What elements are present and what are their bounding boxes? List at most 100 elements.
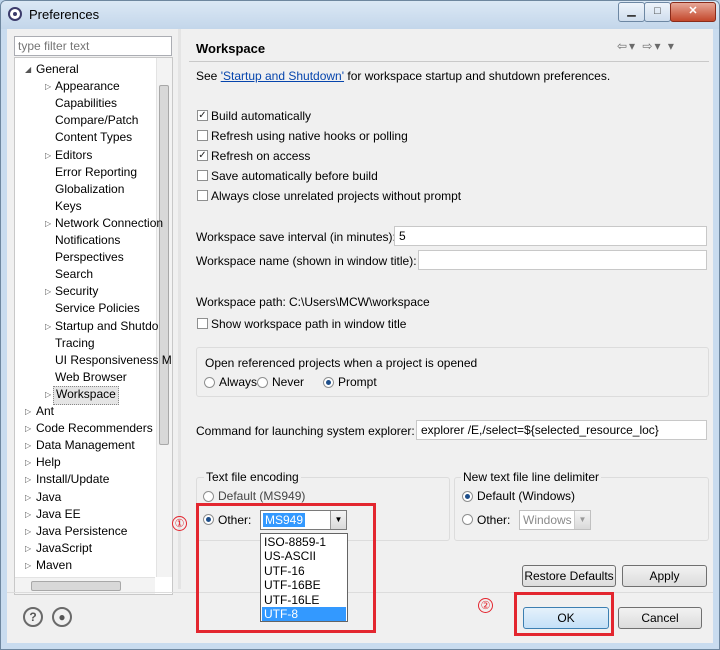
- delimiter-default-radio[interactable]: [462, 491, 473, 502]
- tree-item[interactable]: Tracing: [55, 335, 95, 352]
- filter-input[interactable]: [14, 36, 172, 56]
- delimiter-combo[interactable]: Windows ▼: [519, 510, 591, 530]
- line-delimiter-label: New text file line delimiter: [461, 470, 602, 484]
- tree-item[interactable]: UI Responsiveness M: [55, 352, 172, 369]
- collapse-arrow-icon[interactable]: ▷: [45, 390, 51, 399]
- tree-item[interactable]: Code Recommenders: [36, 420, 153, 437]
- help-icon[interactable]: ?: [23, 607, 43, 627]
- tree-item[interactable]: JavaScript: [36, 540, 92, 557]
- collapse-arrow-icon[interactable]: ▷: [25, 510, 31, 519]
- tree-item[interactable]: Capabilities: [55, 95, 117, 112]
- collapse-arrow-icon[interactable]: ▷: [25, 493, 31, 502]
- page-title: Workspace: [196, 41, 266, 56]
- tree-item[interactable]: Keys: [55, 198, 82, 215]
- tree-item[interactable]: Search: [55, 266, 93, 283]
- save-interval-label: Workspace save interval (in minutes):: [196, 230, 396, 244]
- option-checkbox[interactable]: [197, 130, 208, 141]
- open-ref-radio-always[interactable]: [204, 377, 215, 388]
- collapse-arrow-icon[interactable]: ▷: [45, 287, 51, 296]
- back-arrow-icon[interactable]: ⇦▾: [617, 39, 637, 53]
- tree-item[interactable]: Security: [55, 283, 98, 300]
- collapse-arrow-icon[interactable]: ▷: [45, 219, 51, 228]
- cancel-button[interactable]: Cancel: [618, 607, 702, 629]
- tree-item[interactable]: General: [36, 61, 79, 78]
- explorer-command-input[interactable]: explorer /E,/select=${selected_resource_…: [416, 420, 707, 440]
- collapse-arrow-icon[interactable]: ▷: [25, 527, 31, 536]
- show-path-checkbox[interactable]: [197, 318, 208, 329]
- tree-vscroll-thumb[interactable]: [159, 85, 169, 445]
- collapse-arrow-icon[interactable]: ▷: [45, 151, 51, 160]
- collapse-arrow-icon[interactable]: ▷: [25, 475, 31, 484]
- header-divider: [189, 61, 709, 62]
- tree-item[interactable]: Maven: [36, 557, 72, 574]
- view-menu-icon[interactable]: ▾: [668, 39, 676, 53]
- close-window-button[interactable]: ✕: [670, 2, 716, 22]
- open-ref-radio-never[interactable]: [257, 377, 268, 388]
- open-ref-radio-prompt[interactable]: [323, 377, 334, 388]
- collapse-arrow-icon[interactable]: ▷: [25, 561, 31, 570]
- expand-arrow-icon[interactable]: ◢: [25, 65, 31, 74]
- tree-item[interactable]: Java: [36, 489, 61, 506]
- tree-item[interactable]: Content Types: [55, 129, 132, 146]
- pane-sash[interactable]: [178, 29, 181, 589]
- open-ref-label: Prompt: [338, 375, 377, 389]
- collapse-arrow-icon[interactable]: ▷: [45, 322, 51, 331]
- tree-item[interactable]: Service Policies: [55, 300, 140, 317]
- annotation-marker-2: ②: [478, 598, 493, 613]
- forward-arrow-icon[interactable]: ⇨▾: [642, 39, 662, 53]
- tree-item[interactable]: Globalization: [55, 181, 124, 198]
- option-checkbox-label: Always close unrelated projects without …: [211, 189, 462, 203]
- tree-item[interactable]: Data Management: [36, 437, 135, 454]
- maximize-button[interactable]: □: [644, 2, 671, 22]
- preference-tree[interactable]: ◢ General ▷ Appearance Capabilities Compare/P…: [14, 57, 173, 595]
- tree-item[interactable]: Network Connection: [55, 215, 163, 232]
- open-referenced-group: [196, 347, 709, 397]
- tree-item[interactable]: Error Reporting: [55, 164, 137, 181]
- minimize-button[interactable]: ▁: [618, 2, 645, 22]
- encoding-default-label: Default (MS949): [218, 489, 306, 503]
- workspace-name-input[interactable]: [418, 250, 707, 270]
- tree-hscroll-thumb[interactable]: [31, 581, 121, 591]
- collapse-arrow-icon[interactable]: ▷: [25, 458, 31, 467]
- delimiter-other-radio[interactable]: [462, 514, 473, 525]
- tree-item[interactable]: Help: [36, 454, 61, 471]
- tree-item[interactable]: Java Persistence: [36, 523, 127, 540]
- encoding-default-radio[interactable]: [203, 491, 214, 502]
- restore-defaults-button[interactable]: Restore Defaults: [522, 565, 616, 587]
- hint-suffix: for workspace startup and shutdown prefe…: [344, 69, 611, 83]
- tree-item[interactable]: Java EE: [36, 506, 81, 523]
- save-interval-input[interactable]: 5: [394, 226, 707, 246]
- tree-item[interactable]: Perspectives: [55, 249, 124, 266]
- collapse-arrow-icon[interactable]: ▷: [25, 424, 31, 433]
- open-ref-label: Always: [219, 375, 258, 389]
- apply-button[interactable]: Apply: [622, 565, 707, 587]
- tree-item[interactable]: Workspace: [53, 385, 119, 405]
- tree-item[interactable]: Appearance: [55, 78, 120, 95]
- annotation-box-ok: [514, 592, 614, 636]
- collapse-arrow-icon[interactable]: ▷: [25, 441, 31, 450]
- open-ref-label: Never: [272, 375, 305, 389]
- tree-item[interactable]: Web Browser: [55, 369, 127, 386]
- tree-item[interactable]: Compare/Patch: [55, 112, 138, 129]
- option-checkbox-label: Save automatically before build: [211, 169, 378, 183]
- collapse-arrow-icon[interactable]: ▷: [45, 82, 51, 91]
- option-checkbox[interactable]: ✓: [197, 150, 208, 161]
- page-nav-arrows[interactable]: ⇦▾ ⇨▾ ▾: [617, 39, 676, 53]
- startup-shutdown-link[interactable]: 'Startup and Shutdown': [221, 69, 344, 83]
- option-checkbox[interactable]: [197, 190, 208, 201]
- tree-item[interactable]: Startup and Shutdo: [55, 318, 158, 335]
- open-referenced-label: Open referenced projects when a project …: [205, 356, 478, 370]
- collapse-arrow-icon[interactable]: ▷: [25, 407, 31, 416]
- tree-item[interactable]: Install/Update: [36, 471, 109, 488]
- hint-prefix: See: [196, 69, 221, 83]
- option-checkbox[interactable]: ✓: [197, 110, 208, 121]
- option-checkbox-label: Build automatically: [211, 109, 312, 123]
- tree-item[interactable]: Ant: [36, 403, 54, 420]
- tree-item[interactable]: Editors: [55, 147, 92, 164]
- collapse-arrow-icon[interactable]: ▷: [25, 544, 31, 553]
- delimiter-combo-value: Windows: [523, 513, 572, 527]
- tree-item[interactable]: Notifications: [55, 232, 120, 249]
- option-checkbox[interactable]: [197, 170, 208, 181]
- option-checkbox-label: Refresh using native hooks or polling: [211, 129, 408, 143]
- import-export-icon[interactable]: ●: [52, 607, 72, 627]
